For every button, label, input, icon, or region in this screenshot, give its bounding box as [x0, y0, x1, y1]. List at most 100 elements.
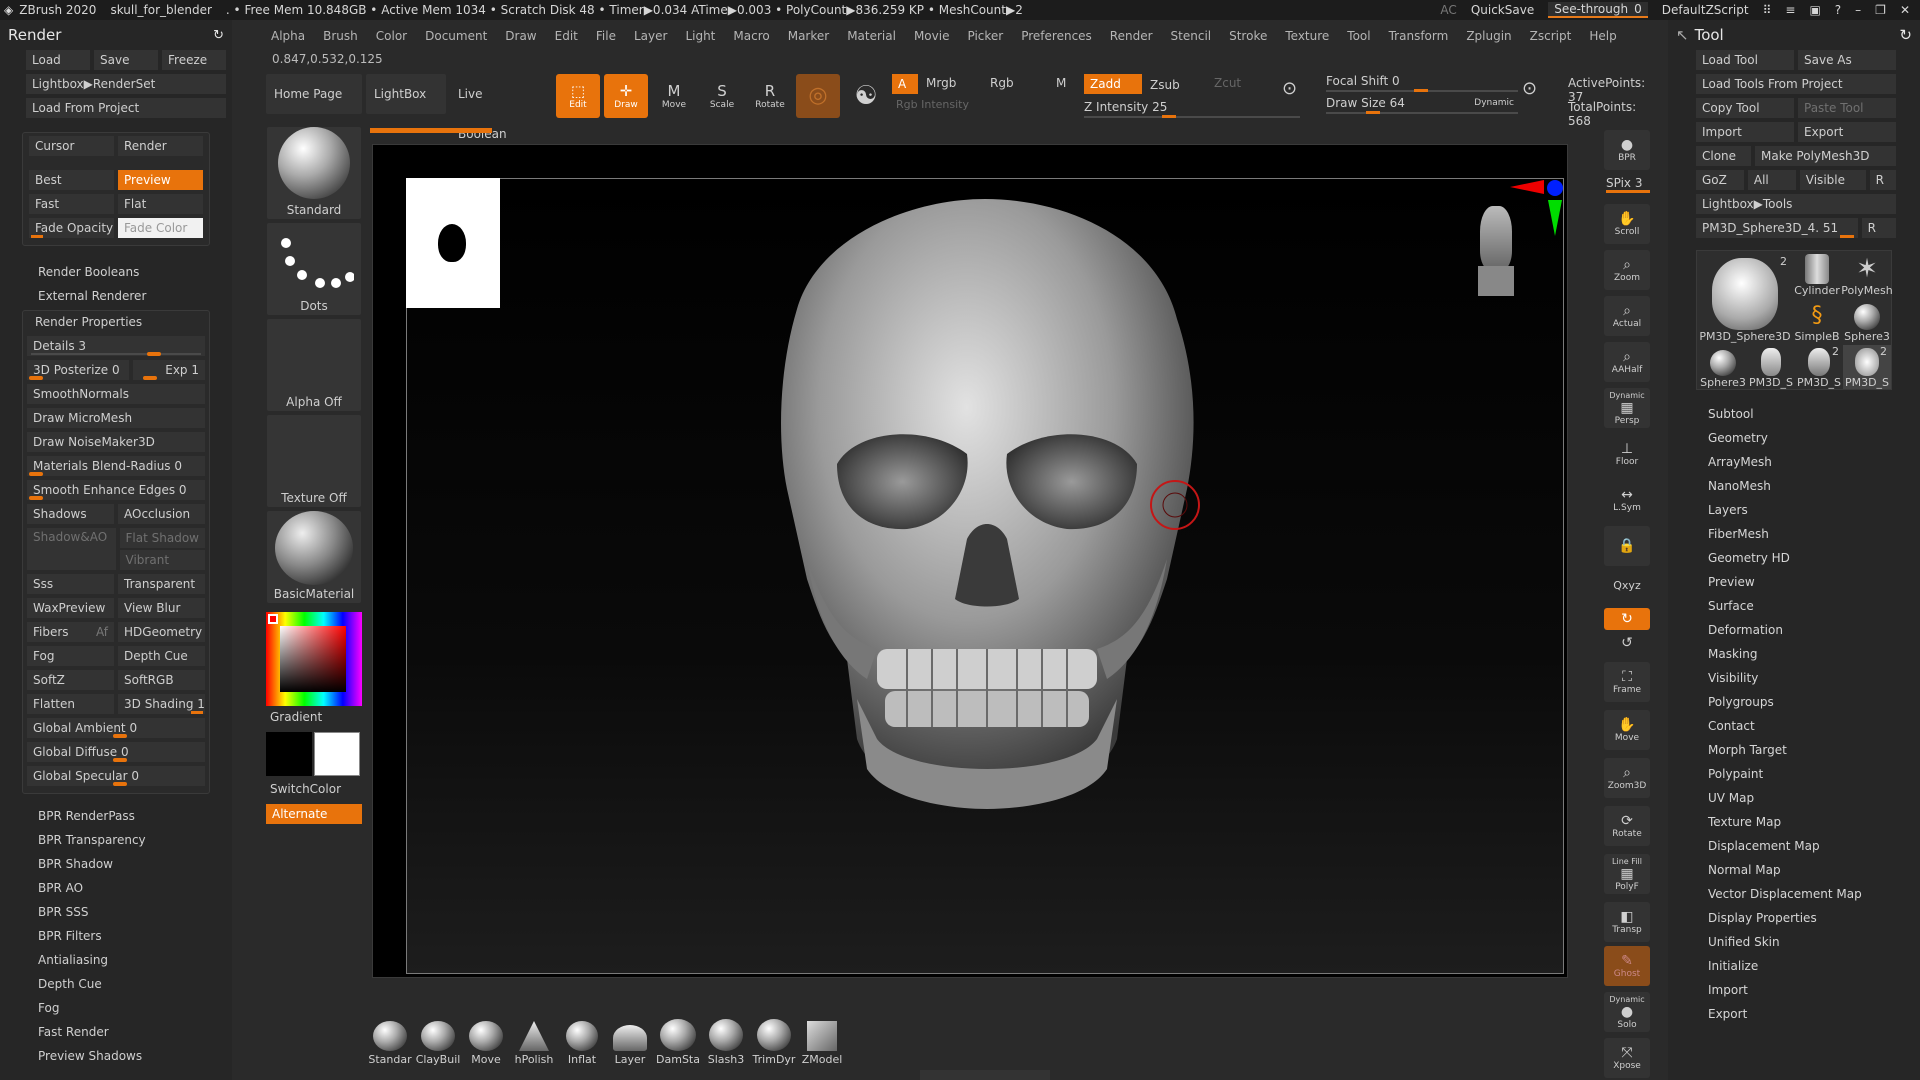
bpr-shadow-item[interactable]: BPR Shadow	[0, 852, 232, 876]
palette-icon[interactable]: ▣	[1809, 3, 1820, 17]
subpalette-contact[interactable]: Contact	[1668, 714, 1920, 738]
alternate-button[interactable]: Alternate	[266, 804, 362, 824]
subpalette-subtool[interactable]: Subtool	[1668, 402, 1920, 426]
move-view-button[interactable]: ✋ Move	[1604, 710, 1650, 750]
global-specular-slider[interactable]: Global Specular 0	[27, 766, 205, 786]
all-button[interactable]: All	[1747, 170, 1796, 190]
xyz-button[interactable]: Qxyz	[1604, 572, 1650, 598]
render-properties-header[interactable]: Render Properties	[23, 311, 209, 333]
menu-macro[interactable]: Macro	[724, 26, 778, 46]
orientation-head-icon[interactable]	[1472, 206, 1520, 300]
sss-button[interactable]: Sss	[27, 574, 114, 594]
menu-tool[interactable]: Tool	[1338, 26, 1379, 46]
waxpreview-button[interactable]: WaxPreview	[27, 598, 114, 618]
subpalette-import[interactable]: Import	[1668, 978, 1920, 1002]
bpr-ao-item[interactable]: BPR AO	[0, 876, 232, 900]
menu-material[interactable]: Material	[838, 26, 905, 46]
subpalette-nanomesh[interactable]: NanoMesh	[1668, 474, 1920, 498]
freeze-button[interactable]: Freeze	[162, 50, 226, 70]
external-renderer-item[interactable]: External Renderer	[0, 284, 232, 308]
tool-thumb-polymesh[interactable]: ✶ PolyMesh	[1841, 253, 1893, 297]
lock-button[interactable]: 🔒	[1604, 526, 1650, 566]
subpalette-surface[interactable]: Surface	[1668, 594, 1920, 618]
secondary-color-swatch[interactable]	[266, 732, 312, 776]
frame-button[interactable]: ⛶ Frame	[1604, 662, 1650, 702]
brush-slash3-button[interactable]: Slash3	[702, 1012, 750, 1066]
bpr-transparency-item[interactable]: BPR Transparency	[0, 828, 232, 852]
subpalette-export[interactable]: Export	[1668, 1002, 1920, 1026]
transparent-button[interactable]: Transparent	[118, 574, 205, 594]
menu-stroke[interactable]: Stroke	[1220, 26, 1276, 46]
bpr-sss-item[interactable]: BPR SSS	[0, 900, 232, 924]
menu-document[interactable]: Document	[416, 26, 496, 46]
move-button[interactable]: M Move	[652, 74, 696, 118]
navigator-preview[interactable]	[406, 178, 500, 308]
color-picker[interactable]	[266, 612, 362, 706]
vibrant-button[interactable]: Vibrant	[119, 550, 205, 570]
brush-trimdynamic-button[interactable]: TrimDyr	[750, 1012, 798, 1066]
brush-inflate-button[interactable]: Inflat	[558, 1012, 606, 1066]
flat-shadow-button[interactable]: Flat Shadow	[119, 528, 205, 548]
subpalette-preview[interactable]: Preview	[1668, 570, 1920, 594]
tool-thumb-pm3d-s-b[interactable]: PM3D_S 2	[1795, 345, 1843, 389]
stroke-s-icon[interactable]: ⊙	[1282, 78, 1297, 99]
rotate-z-button[interactable]: ↺	[1604, 632, 1650, 654]
default-zscript-button[interactable]: DefaultZScript	[1662, 3, 1749, 17]
z-intensity-slider[interactable]: Z Intensity 25	[1084, 100, 1300, 118]
spix-slider[interactable]: SPix 3	[1606, 176, 1650, 193]
save-as-button[interactable]: Save As	[1798, 50, 1896, 70]
load-button[interactable]: Load	[26, 50, 90, 70]
brush-damstandard-button[interactable]: DamSta	[654, 1012, 702, 1066]
brush-zmodeler-button[interactable]: ZModel	[798, 1012, 846, 1066]
copy-tool-button[interactable]: Copy Tool	[1696, 98, 1794, 118]
subpalette-deformation[interactable]: Deformation	[1668, 618, 1920, 642]
subpalette-fibermesh[interactable]: FiberMesh	[1668, 522, 1920, 546]
bpr-button[interactable]: ● BPR	[1604, 130, 1650, 170]
floor-button[interactable]: ⊥ Floor	[1604, 434, 1650, 474]
a-button[interactable]: A	[892, 74, 918, 94]
rgb-button[interactable]: Rgb	[990, 76, 1014, 90]
menu-layer[interactable]: Layer	[625, 26, 676, 46]
polyf-button[interactable]: Line Fill ▦ PolyF	[1604, 854, 1650, 894]
menu-edit[interactable]: Edit	[546, 26, 587, 46]
zoom3d-button[interactable]: ⌕ Zoom3D	[1604, 758, 1650, 798]
subpalette-polygroups[interactable]: Polygroups	[1668, 690, 1920, 714]
switch-color-button[interactable]: SwitchColor	[270, 782, 341, 796]
minimize-icon[interactable]: –	[1855, 3, 1861, 17]
subpalette-masking[interactable]: Masking	[1668, 642, 1920, 666]
view-blur-button[interactable]: View Blur	[118, 598, 205, 618]
render-booleans-item[interactable]: Render Booleans	[0, 260, 232, 284]
brush-selector[interactable]: Standard	[266, 126, 362, 220]
quicksave-button[interactable]: QuickSave	[1471, 3, 1534, 17]
details-slider[interactable]: Details 3	[27, 336, 205, 356]
clone-button[interactable]: Clone	[1696, 146, 1751, 166]
zadd-button[interactable]: Zadd	[1084, 74, 1142, 94]
antialiasing-item[interactable]: Antialiasing	[0, 948, 232, 972]
render-button[interactable]: Render	[118, 136, 203, 156]
load-tools-from-project-button[interactable]: Load Tools From Project	[1696, 74, 1896, 94]
persp-button[interactable]: Dynamic ▦ Persp	[1604, 388, 1650, 428]
tool-export-button[interactable]: Export	[1798, 122, 1896, 142]
save-button[interactable]: Save	[94, 50, 158, 70]
live-boolean-button[interactable]: Live Boolean	[450, 74, 534, 141]
menu-file[interactable]: File	[587, 26, 625, 46]
menu-transform[interactable]: Transform	[1380, 26, 1458, 46]
close-icon[interactable]: ✕	[1900, 3, 1910, 17]
menu-color[interactable]: Color	[367, 26, 416, 46]
tool-thumb-simpleb[interactable]: § SimpleB	[1793, 299, 1841, 343]
draw-micromesh-button[interactable]: Draw MicroMesh	[27, 408, 205, 428]
zoom-button[interactable]: ⌕ Zoom	[1604, 250, 1650, 290]
material-selector[interactable]: BasicMaterial	[266, 510, 362, 604]
solo-button[interactable]: Dynamic ● Solo	[1604, 992, 1650, 1032]
exp-slider[interactable]: Exp 1	[133, 360, 205, 380]
rotate-view-button[interactable]: ⟳ Rotate	[1604, 806, 1650, 846]
tool-thumb-pm3d-s-a[interactable]: PM3D_S	[1747, 345, 1795, 389]
subpalette-displacement-map[interactable]: Displacement Map	[1668, 834, 1920, 858]
subpalette-arraymesh[interactable]: ArrayMesh	[1668, 450, 1920, 474]
fast-render-item[interactable]: Fast Render	[0, 1020, 232, 1044]
help-icon[interactable]: ?	[1835, 3, 1841, 17]
subpalette-normal-map[interactable]: Normal Map	[1668, 858, 1920, 882]
bpr-filters-item[interactable]: BPR Filters	[0, 924, 232, 948]
stroke-selector[interactable]: Dots	[266, 222, 362, 316]
fog-item[interactable]: Fog	[0, 996, 232, 1020]
